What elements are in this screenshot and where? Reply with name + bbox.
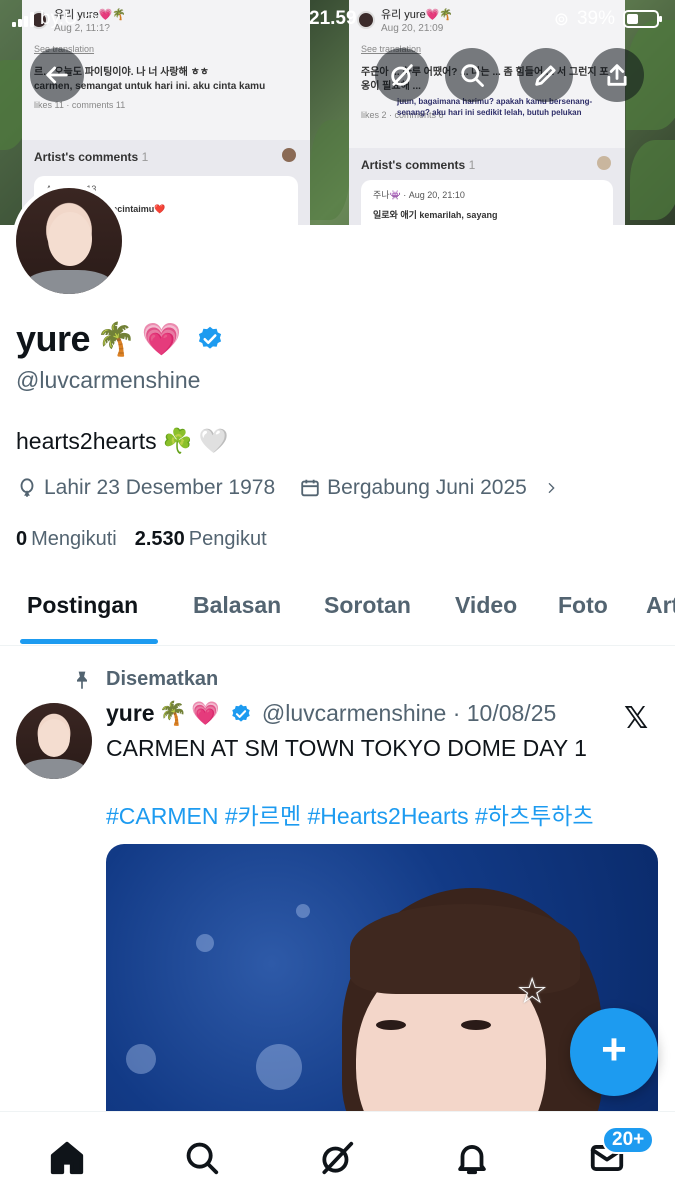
post-author[interactable]: yure <box>106 700 155 727</box>
pink-heart-emoji: 💗 <box>141 321 182 357</box>
white-heart-emoji: 🤍 <box>198 428 229 455</box>
share-icon <box>607 64 627 86</box>
clock: 21.59 <box>309 8 357 29</box>
verified-badge-icon[interactable] <box>196 325 224 353</box>
profile-meta: Lahir 23 Desember 1978 Bergabung Juni 20… <box>16 476 559 500</box>
tab-posts[interactable]: Postingan <box>27 592 138 619</box>
notifications-icon <box>458 1145 486 1175</box>
post-hashtags[interactable]: #CARMEN #카르멘 #Hearts2Hearts #하츠투하츠 <box>106 797 594 831</box>
back-button[interactable] <box>30 48 84 102</box>
battery-icon <box>623 10 662 28</box>
wifi-icon: ◠ <box>83 11 98 28</box>
nav-search[interactable] <box>180 1136 224 1180</box>
tab-photos[interactable]: Foto <box>558 592 608 619</box>
comment-card: 주나👾 · Aug 20, 21:10 일로와 애기 kemarilah, sa… <box>361 180 613 225</box>
pin-icon <box>77 671 87 689</box>
banner-leaf <box>310 120 350 220</box>
messages-badge: 20+ <box>602 1126 655 1154</box>
compose-button[interactable]: + <box>570 1008 658 1096</box>
nav-home[interactable] <box>45 1136 89 1180</box>
pink-heart-emoji: 💗 <box>191 700 220 726</box>
verified-badge-icon <box>232 703 250 722</box>
follow-stats: 0 Mengikuti 2.530 Pengikut <box>16 528 267 551</box>
birth-date: Lahir 23 Desember 1978 <box>44 476 276 499</box>
mini-avatar <box>597 156 611 170</box>
grok-icon <box>322 1141 354 1175</box>
x-logo-icon[interactable]: 𝕏 <box>624 701 648 736</box>
bottom-navigation <box>0 1111 675 1200</box>
shot-meta: likes 11 · comments 11 <box>34 100 126 110</box>
display-name: yure <box>16 318 91 359</box>
nav-grok[interactable] <box>315 1136 359 1180</box>
translation-overlay: juun, bagaimana harimu? apakah kamu bers… <box>397 97 593 117</box>
balloon-icon <box>20 478 34 497</box>
post-media-image[interactable]: ☆ <box>106 844 658 1144</box>
profile-tabs: Postingan Balasan Sorotan Video Foto Art… <box>0 576 675 646</box>
search-icon <box>461 64 484 87</box>
profile-name-row: yure 🌴 💗 <box>16 318 224 360</box>
chevron-right-icon <box>548 482 555 494</box>
carrier: by.U ◠ <box>12 8 98 30</box>
palm-tree-emoji: 🌴 <box>158 700 188 726</box>
grok-button[interactable] <box>375 48 429 102</box>
profile-handle: @luvcarmenshine <box>16 367 201 393</box>
calendar-icon <box>301 479 319 497</box>
post-avatar[interactable] <box>16 703 92 779</box>
tab-highlights[interactable]: Sorotan <box>324 592 411 619</box>
tab-videos[interactable]: Video <box>455 592 517 619</box>
banner-leaf <box>630 140 675 220</box>
clover-emoji: ☘️ <box>162 428 193 455</box>
active-tab-indicator <box>20 639 158 644</box>
mini-avatar <box>282 148 296 162</box>
joined-date: Bergabung Juni 2025 <box>327 476 527 499</box>
following-link[interactable]: 0 Mengikuti <box>16 528 117 551</box>
profile-avatar[interactable] <box>12 184 126 298</box>
profile-bio: hearts2hearts ☘️ 🤍 <box>16 428 229 455</box>
home-icon <box>50 1141 84 1175</box>
plus-icon: + <box>601 1025 627 1074</box>
post-header: yure 🌴 💗 @luvcarmenshine · 10/08/25 <box>106 700 556 727</box>
grok-icon <box>391 64 413 86</box>
search-icon <box>186 1142 219 1175</box>
search-button[interactable] <box>445 48 499 102</box>
post-text: CARMEN AT SM TOWN TOKYO DOME DAY 1 <box>106 735 587 761</box>
arrow-left-icon <box>46 66 68 84</box>
edit-button[interactable] <box>519 48 573 102</box>
rotation-lock-icon: ⊚ <box>553 8 569 29</box>
nav-notifications[interactable] <box>450 1136 494 1180</box>
share-button[interactable] <box>590 48 644 102</box>
tab-replies[interactable]: Balasan <box>193 592 281 619</box>
status-bar: by.U ◠ 21.59 ⊚ 39% <box>0 0 675 38</box>
battery-percent: 39% <box>576 8 615 29</box>
palm-tree-emoji: 🌴 <box>96 321 136 357</box>
artist-comments-section: Artist's comments 1 주나👾 · Aug 20, 21:10 … <box>349 148 625 225</box>
signal-icon <box>12 11 34 27</box>
pencil-icon <box>535 65 556 86</box>
joined-date-link[interactable]: Bergabung Juni 2025 <box>299 476 559 500</box>
pinned-indicator: Disematkan <box>72 668 218 691</box>
tab-articles[interactable]: Artikel <box>646 592 675 619</box>
followers-link[interactable]: 2.530 Pengikut <box>135 528 267 551</box>
star-hairclip: ☆ <box>516 970 549 1011</box>
post-handle-date: @luvcarmenshine · 10/08/25 <box>261 700 557 726</box>
